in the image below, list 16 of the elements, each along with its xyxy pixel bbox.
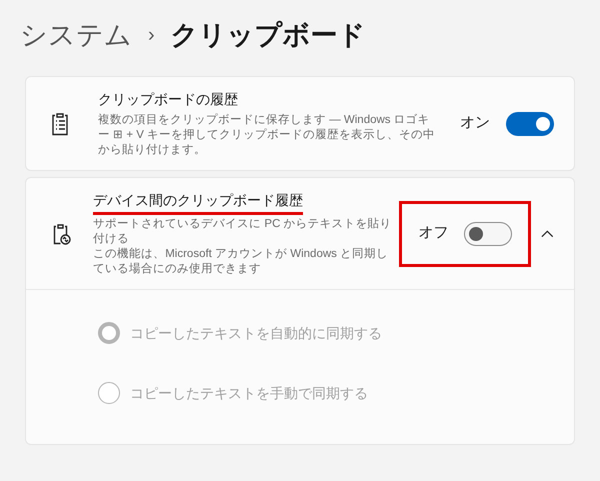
setting-title: クリップボードの履歴 [98,90,238,109]
clipboard-list-icon [50,112,70,136]
chevron-up-icon[interactable] [541,228,554,238]
radio-label: コピーしたテキストを自動的に同期する [130,324,382,342]
toggle-state-label: オフ [418,223,448,244]
breadcrumb-item: クリップボード [170,18,366,52]
setting-description: 複数の項目をクリップボードに保存します ― Windows ロゴキー ⊞ + V キーを押してクリップボードの履歴を表示し、その中から貼り付けます。 [98,113,436,158]
radio-label: コピーしたテキストを手動で同期する [130,384,368,402]
setting-title: デバイス間のクリップボード履歴 [93,190,304,215]
setting-description: サポートされているデバイスに PC からテキストを貼り付ける [93,217,393,247]
breadcrumb-item[interactable]: システム [20,14,132,56]
toggle-state-label: オン [460,113,490,134]
setting-description: この機能は、Microsoft アカウントが Windows と同期している場合にのみ使用できます [93,247,390,277]
toggle-switch[interactable] [506,112,554,136]
breadcrumb-separator: › [148,23,155,48]
toggle-switch[interactable] [464,222,512,246]
